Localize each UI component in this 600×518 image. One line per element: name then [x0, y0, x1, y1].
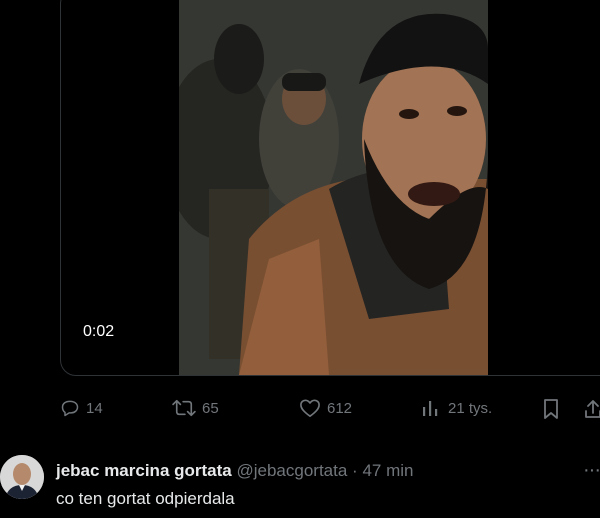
video-timestamp: 0:02 — [83, 323, 115, 340]
retweet-icon — [172, 399, 196, 417]
more-options-icon[interactable]: ··· — [583, 459, 600, 482]
avatar[interactable] — [0, 455, 44, 499]
reply-tweet[interactable]: jebac marcina gortata @jebacgortata · 47… — [0, 455, 600, 518]
views-button[interactable]: 21 tys. — [420, 398, 492, 418]
video-player[interactable] — [179, 0, 488, 375]
reply-count: 14 — [86, 399, 103, 417]
reply-button[interactable]: 14 — [60, 398, 103, 418]
reply-header: jebac marcina gortata @jebacgortata · 47… — [56, 461, 413, 481]
reply-time[interactable]: 47 min — [362, 461, 413, 480]
like-button[interactable]: 612 — [299, 398, 352, 418]
reply-text: co ten gortat odpierdala — [56, 489, 235, 508]
share-button[interactable] — [584, 398, 600, 420]
reply-icon — [61, 400, 79, 417]
separator-dot: · — [352, 461, 358, 480]
retweet-button[interactable]: 65 — [172, 398, 219, 418]
bookmark-button[interactable] — [541, 398, 561, 420]
avatar-image — [0, 455, 44, 499]
retweet-count: 65 — [202, 399, 219, 417]
like-count: 612 — [327, 399, 353, 417]
video-frame-image — [179, 0, 488, 375]
analytics-icon — [423, 401, 438, 416]
heart-icon — [300, 399, 320, 417]
author-name[interactable]: jebac marcina gortata — [56, 461, 232, 480]
tweet-media-card[interactable]: 0:02 — [60, 0, 600, 376]
author-handle[interactable]: @jebacgortata — [236, 461, 347, 480]
share-icon — [585, 400, 600, 418]
bookmark-icon — [544, 399, 558, 419]
tweet-actions-bar: 14 65 612 21 tys. — [56, 398, 600, 424]
views-count: 21 tys. — [448, 399, 493, 417]
